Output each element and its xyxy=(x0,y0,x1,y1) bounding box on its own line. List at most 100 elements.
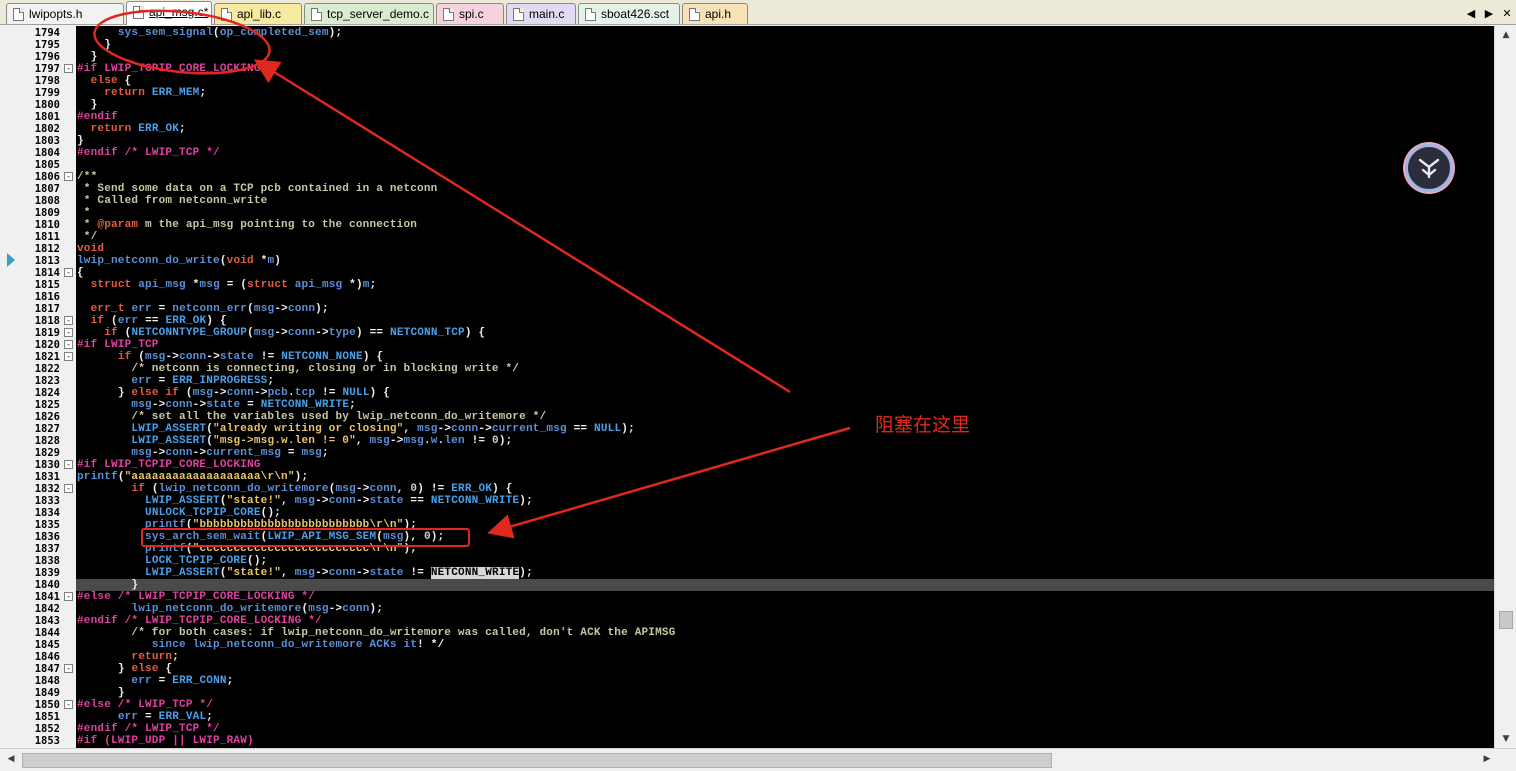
code-line[interactable]: void xyxy=(77,243,104,255)
code-line[interactable]: return ERR_OK; xyxy=(77,123,186,135)
code-line[interactable]: } else { xyxy=(77,663,172,675)
code-line[interactable]: * @param m the api_msg pointing to the c… xyxy=(77,219,417,231)
code-line[interactable]: } xyxy=(77,579,138,591)
code-line[interactable]: * Send some data on a TCP pcb contained … xyxy=(77,183,437,195)
tab-spi-c[interactable]: spi.c xyxy=(436,3,504,24)
code-line[interactable]: return; xyxy=(77,651,179,663)
code-line[interactable]: #endif /* LWIP_TCPIP_CORE_LOCKING */ xyxy=(77,615,322,627)
code-line[interactable]: LWIP_ASSERT("already writing or closing"… xyxy=(77,423,635,435)
tab-tcp-server-demo-c[interactable]: tcp_server_demo.c xyxy=(304,3,434,24)
line-number: 1832 xyxy=(34,483,60,495)
code-line[interactable]: UNLOCK_TCPIP_CORE(); xyxy=(77,507,281,519)
code-line[interactable]: LWIP_ASSERT("state!", msg->conn->state =… xyxy=(77,495,533,507)
code-line[interactable]: else { xyxy=(77,75,132,87)
tab-lwipopts-h[interactable]: lwipopts.h xyxy=(6,3,124,24)
fold-toggle-icon[interactable]: - xyxy=(64,340,73,349)
scroll-up-arrow-icon[interactable]: ▲ xyxy=(1499,30,1513,40)
code-line[interactable]: sys_sem_signal(op_completed_sem); xyxy=(77,27,342,39)
fold-toggle-icon[interactable]: - xyxy=(64,268,73,277)
file-icon xyxy=(513,8,524,21)
code-line[interactable]: * xyxy=(77,207,91,219)
scroll-tabs-right-icon[interactable]: ▶ xyxy=(1482,7,1496,20)
fold-toggle-icon[interactable]: - xyxy=(64,592,73,601)
code-line[interactable]: #endif /* LWIP_TCP */ xyxy=(77,147,220,159)
code-line[interactable]: } xyxy=(77,99,98,111)
fold-toggle-icon[interactable]: - xyxy=(64,700,73,709)
code-line[interactable]: return ERR_MEM; xyxy=(77,87,206,99)
code-line[interactable]: #else /* LWIP_TCPIP_CORE_LOCKING */ xyxy=(77,591,315,603)
code-line[interactable]: { xyxy=(77,267,84,279)
tab-sboat426-sct[interactable]: sboat426.sct xyxy=(578,3,680,24)
code-line[interactable]: /* for both cases: if lwip_netconn_do_wr… xyxy=(77,627,676,639)
code-line[interactable]: err_t err = netconn_err(msg->conn); xyxy=(77,303,329,315)
code-line[interactable]: LWIP_ASSERT("msg->msg.w.len != 0", msg->… xyxy=(77,435,512,447)
code-line[interactable]: lwip_netconn_do_writemore(msg->conn); xyxy=(77,603,383,615)
code-line[interactable]: err = ERR_INPROGRESS; xyxy=(77,375,274,387)
scroll-down-arrow-icon[interactable]: ▼ xyxy=(1499,734,1513,744)
code-line[interactable]: */ xyxy=(77,231,97,243)
tab-main-c[interactable]: main.c xyxy=(506,3,576,24)
code-line[interactable]: err = ERR_VAL; xyxy=(77,711,213,723)
fold-toggle-icon[interactable]: - xyxy=(64,328,73,337)
code-line[interactable]: #endif /* LWIP_TCP */ xyxy=(77,723,220,735)
code-line[interactable]: lwip_netconn_do_write(void *m) xyxy=(77,255,281,267)
line-number: 1833 xyxy=(34,495,60,507)
code-line[interactable]: } xyxy=(77,39,111,51)
assistant-avatar[interactable] xyxy=(1405,144,1453,192)
code-line[interactable]: msg->conn->current_msg = msg; xyxy=(77,447,329,459)
code-line[interactable]: if (lwip_netconn_do_writemore(msg->conn,… xyxy=(77,483,513,495)
code-line[interactable]: printf("aaaaaaaaaaaaaaaaaaa\r\n"); xyxy=(77,471,308,483)
code-line[interactable]: since lwip_netconn_do_writemore ACKs it!… xyxy=(77,639,444,651)
line-number: 1845 xyxy=(34,639,60,651)
code-line[interactable]: /* netconn is connecting, closing or in … xyxy=(77,363,519,375)
scroll-left-arrow-icon[interactable]: ◀ xyxy=(4,754,18,764)
code-line[interactable]: err = ERR_CONN; xyxy=(77,675,234,687)
horizontal-scrollbar[interactable]: ◀ ▶ xyxy=(0,748,1516,771)
tab-api-lib-c[interactable]: api_lib.c xyxy=(214,3,302,24)
fold-toggle-icon[interactable]: - xyxy=(64,460,73,469)
code-line[interactable]: if (msg->conn->state != NETCONN_NONE) { xyxy=(77,351,383,363)
code-line[interactable]: struct api_msg *msg = (struct api_msg *)… xyxy=(77,279,377,291)
code-line[interactable]: printf("ccccccccccccccccccccccccc\r\n"); xyxy=(77,543,417,555)
code-line[interactable]: if (err == ERR_OK) { xyxy=(77,315,227,327)
code-line[interactable]: #else /* LWIP_TCP */ xyxy=(77,699,213,711)
fold-toggle-icon[interactable]: - xyxy=(64,172,73,181)
code-line[interactable]: #if (LWIP_UDP || LWIP_RAW) xyxy=(77,735,254,747)
tab-api-h[interactable]: api.h xyxy=(682,3,748,24)
code-line[interactable]: #if LWIP_TCPIP_CORE_LOCKING xyxy=(77,63,261,75)
code-line[interactable]: #endif xyxy=(77,111,118,123)
code-line[interactable]: LOCK_TCPIP_CORE(); xyxy=(77,555,267,567)
close-tab-icon[interactable]: ✕ xyxy=(1500,7,1514,20)
fold-toggle-icon[interactable]: - xyxy=(64,316,73,325)
line-number: 1836 xyxy=(34,531,60,543)
vertical-scrollbar[interactable]: ▲ ▼ xyxy=(1494,26,1516,748)
fold-toggle-icon[interactable]: - xyxy=(64,64,73,73)
scroll-right-arrow-icon[interactable]: ▶ xyxy=(1480,754,1494,764)
code-line[interactable]: printf("bbbbbbbbbbbbbbbbbbbbbbbbb\r\n"); xyxy=(77,519,417,531)
code-line[interactable]: /** xyxy=(77,171,97,183)
line-number: 1821 xyxy=(34,351,60,363)
fold-toggle-icon[interactable]: - xyxy=(64,352,73,361)
fold-toggle-icon[interactable]: - xyxy=(64,664,73,673)
line-number: 1818 xyxy=(34,315,60,327)
vertical-scroll-thumb[interactable] xyxy=(1499,611,1513,629)
file-tab-bar: lwipopts.h api_msg.c* api_lib.c tcp_server_… xyxy=(0,0,1516,25)
code-line[interactable]: sys_arch_sem_wait(LWIP_API_MSG_SEM(msg),… xyxy=(77,531,444,543)
code-line[interactable]: } xyxy=(77,51,98,63)
fold-toggle-icon[interactable]: - xyxy=(64,484,73,493)
code-line[interactable]: #if LWIP_TCPIP_CORE_LOCKING xyxy=(77,459,261,471)
code-line[interactable]: #if LWIP_TCP xyxy=(77,339,159,351)
code-line[interactable]: } xyxy=(77,135,84,147)
line-number: 1807 xyxy=(34,183,60,195)
code-line[interactable]: /* set all the variables used by lwip_ne… xyxy=(77,411,546,423)
horizontal-scroll-thumb[interactable] xyxy=(22,753,1052,768)
code-line[interactable]: LWIP_ASSERT("state!", msg->conn->state !… xyxy=(77,567,533,579)
code-line[interactable]: msg->conn->state = NETCONN_WRITE; xyxy=(77,399,356,411)
code-line[interactable]: if (NETCONNTYPE_GROUP(msg->conn->type) =… xyxy=(77,327,485,339)
code-line[interactable]: } xyxy=(77,687,125,699)
code-line[interactable]: } else if (msg->conn->pcb.tcp != NULL) { xyxy=(77,387,390,399)
code-line[interactable]: * Called from netconn_write xyxy=(77,195,267,207)
tab-api-msg-c[interactable]: api_msg.c* xyxy=(126,1,212,25)
scroll-tabs-left-icon[interactable]: ◀ xyxy=(1464,7,1478,20)
line-number: 1844 xyxy=(34,627,60,639)
